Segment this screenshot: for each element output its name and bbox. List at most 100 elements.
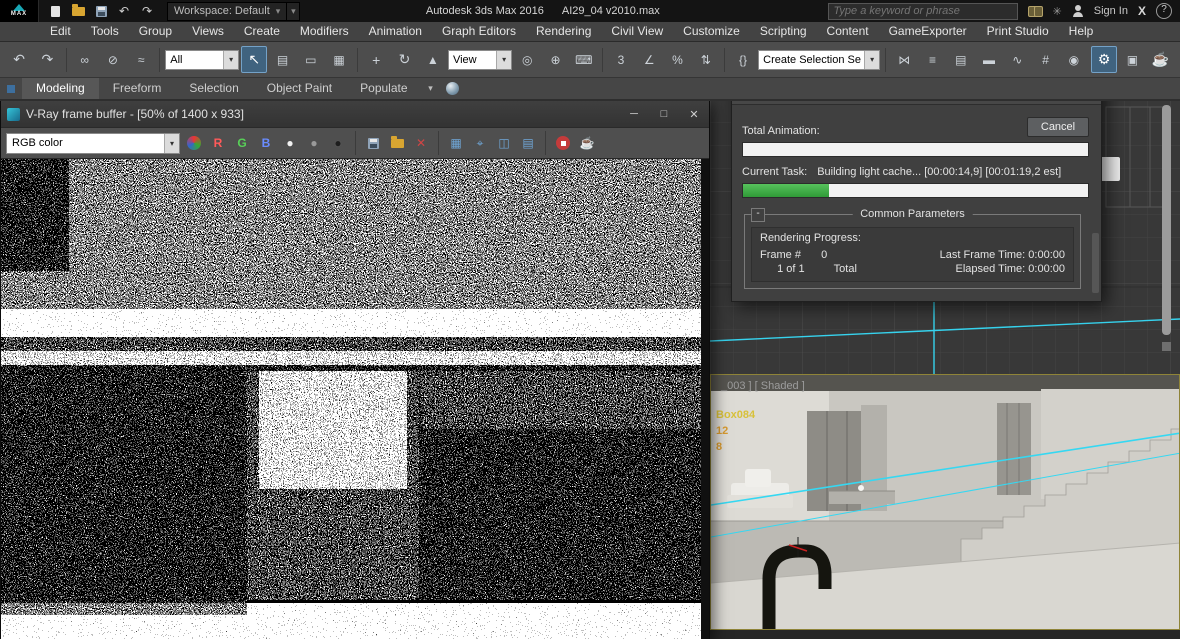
snaps-toggle-button[interactable]: 3 <box>608 46 634 73</box>
open-file-button[interactable] <box>70 3 86 19</box>
load-image-button[interactable] <box>387 133 407 153</box>
rollout-title[interactable]: Common Parameters <box>852 208 973 220</box>
menu-create[interactable]: Create <box>234 22 290 41</box>
ribbon-pin-icon[interactable] <box>7 85 15 93</box>
menu-animation[interactable]: Animation <box>359 22 432 41</box>
viewport-pov-label[interactable]: _003 ] [ Shaded ] <box>721 380 805 392</box>
named-selection-sets-dropdown[interactable]: Create Selection Se ▾ <box>758 50 880 70</box>
region-render-button[interactable]: ▦ <box>446 133 466 153</box>
window-crossing-button[interactable]: ▦ <box>326 46 352 73</box>
select-object-button[interactable]: ↖ <box>241 46 267 73</box>
shaded-viewport[interactable]: _003 ] [ Shaded ] Box084 12 8 <box>710 374 1180 630</box>
percent-snap-button[interactable]: % <box>664 46 690 73</box>
layer-explorer-button[interactable]: ▤ <box>948 46 974 73</box>
color-swatch-button[interactable] <box>184 133 204 153</box>
schematic-view-button[interactable]: # <box>1032 46 1058 73</box>
tab-object-paint[interactable]: Object Paint <box>253 78 346 99</box>
track-mouse-button[interactable]: ⌖ <box>470 133 490 153</box>
menu-graph-editors[interactable]: Graph Editors <box>432 22 526 41</box>
help-icon[interactable]: ? <box>1156 3 1172 19</box>
search-input[interactable] <box>828 3 1018 20</box>
blue-channel-button[interactable]: B <box>256 133 276 153</box>
exchange-store-icon[interactable]: X <box>1138 4 1146 18</box>
material-editor-button[interactable]: ◉ <box>1061 46 1087 73</box>
align-button[interactable]: ≡ <box>919 46 945 73</box>
select-and-scale-button[interactable]: ▲ <box>420 46 446 73</box>
menu-gameexporter[interactable]: GameExporter <box>879 22 977 41</box>
tab-freeform[interactable]: Freeform <box>99 78 176 99</box>
workspace-more-button[interactable]: ▾ <box>287 2 300 21</box>
menu-rendering[interactable]: Rendering <box>526 22 601 41</box>
mono-channel-button[interactable]: ● <box>304 133 324 153</box>
menu-tools[interactable]: Tools <box>81 22 129 41</box>
green-channel-button[interactable]: G <box>232 133 252 153</box>
menu-group[interactable]: Group <box>129 22 182 41</box>
menu-civil-view[interactable]: Civil View <box>601 22 673 41</box>
selection-filter-dropdown[interactable]: All ▾ <box>165 50 239 70</box>
menu-help[interactable]: Help <box>1059 22 1104 41</box>
select-and-manipulate-button[interactable]: ⊕ <box>542 46 568 73</box>
angle-snap-button[interactable]: ∠ <box>636 46 662 73</box>
red-channel-button[interactable]: R <box>208 133 228 153</box>
bind-to-space-warp-button[interactable]: ≈ <box>128 46 154 73</box>
render-production-button[interactable]: ☕ <box>1148 46 1174 73</box>
sign-in-button[interactable]: Sign In <box>1094 5 1128 17</box>
redo-scene-button[interactable]: ↷ <box>139 3 155 19</box>
rollout-collapse-button[interactable]: - <box>751 208 765 222</box>
undo-button[interactable]: ↶ <box>6 46 32 73</box>
unlink-selection-button[interactable]: ⊘ <box>100 46 126 73</box>
keyboard-override-button[interactable]: ⌨ <box>571 46 597 73</box>
minimize-button[interactable]: ─ <box>619 101 649 127</box>
new-scene-button[interactable] <box>47 3 63 19</box>
vray-window-titlebar[interactable]: V-Ray frame buffer - [50% of 1400 x 933]… <box>1 101 709 127</box>
tab-selection[interactable]: Selection <box>175 78 252 99</box>
rectangular-selection-button[interactable]: ▭ <box>298 46 324 73</box>
save-file-button[interactable] <box>93 3 109 19</box>
communication-center-icon[interactable]: ✳ <box>1053 5 1062 18</box>
curve-editor-button[interactable]: ∿ <box>1004 46 1030 73</box>
menu-scripting[interactable]: Scripting <box>750 22 817 41</box>
menu-views[interactable]: Views <box>182 22 234 41</box>
channel-select-dropdown[interactable]: RGB color ▾ <box>6 133 180 154</box>
dialog-scrollbar[interactable] <box>1092 233 1099 293</box>
undo-scene-button[interactable]: ↶ <box>116 3 132 19</box>
render-last-button[interactable]: ☕ <box>577 133 597 153</box>
vray-render-image[interactable] <box>1 159 709 639</box>
white-channel-button[interactable]: ● <box>280 133 300 153</box>
menu-print-studio[interactable]: Print Studio <box>977 22 1059 41</box>
search-icon[interactable] <box>1028 6 1043 16</box>
mirror-button[interactable]: ⋈ <box>891 46 917 73</box>
compare-images-button[interactable]: ◫ <box>494 133 514 153</box>
workspace-dropdown[interactable]: Workspace: Default ▾ <box>167 2 287 21</box>
select-and-rotate-button[interactable]: ↻ <box>391 46 417 73</box>
panel-scrollbar[interactable] <box>1162 105 1171 335</box>
close-button[interactable]: ✕ <box>679 101 709 127</box>
select-and-link-button[interactable]: ∞ <box>72 46 98 73</box>
select-and-move-button[interactable]: + <box>363 46 389 73</box>
tab-populate[interactable]: Populate <box>346 78 421 99</box>
ribbon-sphere-icon[interactable] <box>446 82 459 95</box>
ribbon-toggle-button[interactable]: ▬ <box>976 46 1002 73</box>
redo-button[interactable]: ↷ <box>34 46 60 73</box>
reference-coordinate-dropdown[interactable]: View ▾ <box>448 50 512 70</box>
select-by-name-button[interactable]: ▤ <box>269 46 295 73</box>
app-logo[interactable]: MAX <box>0 0 39 22</box>
maximize-button[interactable]: □ <box>649 101 679 127</box>
spinner-snap-button[interactable]: ⇅ <box>693 46 719 73</box>
alpha-channel-button[interactable]: ● <box>328 133 348 153</box>
clear-image-button[interactable]: ✕ <box>411 133 431 153</box>
rendered-frame-window-button[interactable]: ▣ <box>1119 46 1145 73</box>
history-button[interactable]: ▤ <box>518 133 538 153</box>
save-image-button[interactable] <box>363 133 383 153</box>
edit-named-selection-sets-button[interactable]: {} <box>730 46 756 73</box>
ribbon-overflow-chevron-icon[interactable]: ▾ <box>422 83 440 94</box>
stop-render-button[interactable] <box>553 133 573 153</box>
menu-content[interactable]: Content <box>817 22 879 41</box>
cancel-button[interactable]: Cancel <box>1027 117 1089 137</box>
menu-customize[interactable]: Customize <box>673 22 750 41</box>
tab-modeling[interactable]: Modeling <box>22 78 99 99</box>
menu-edit[interactable]: Edit <box>40 22 81 41</box>
use-pivot-center-button[interactable]: ◎ <box>514 46 540 73</box>
user-icon[interactable] <box>1072 5 1084 17</box>
render-setup-button[interactable]: ⚙ <box>1091 46 1117 73</box>
